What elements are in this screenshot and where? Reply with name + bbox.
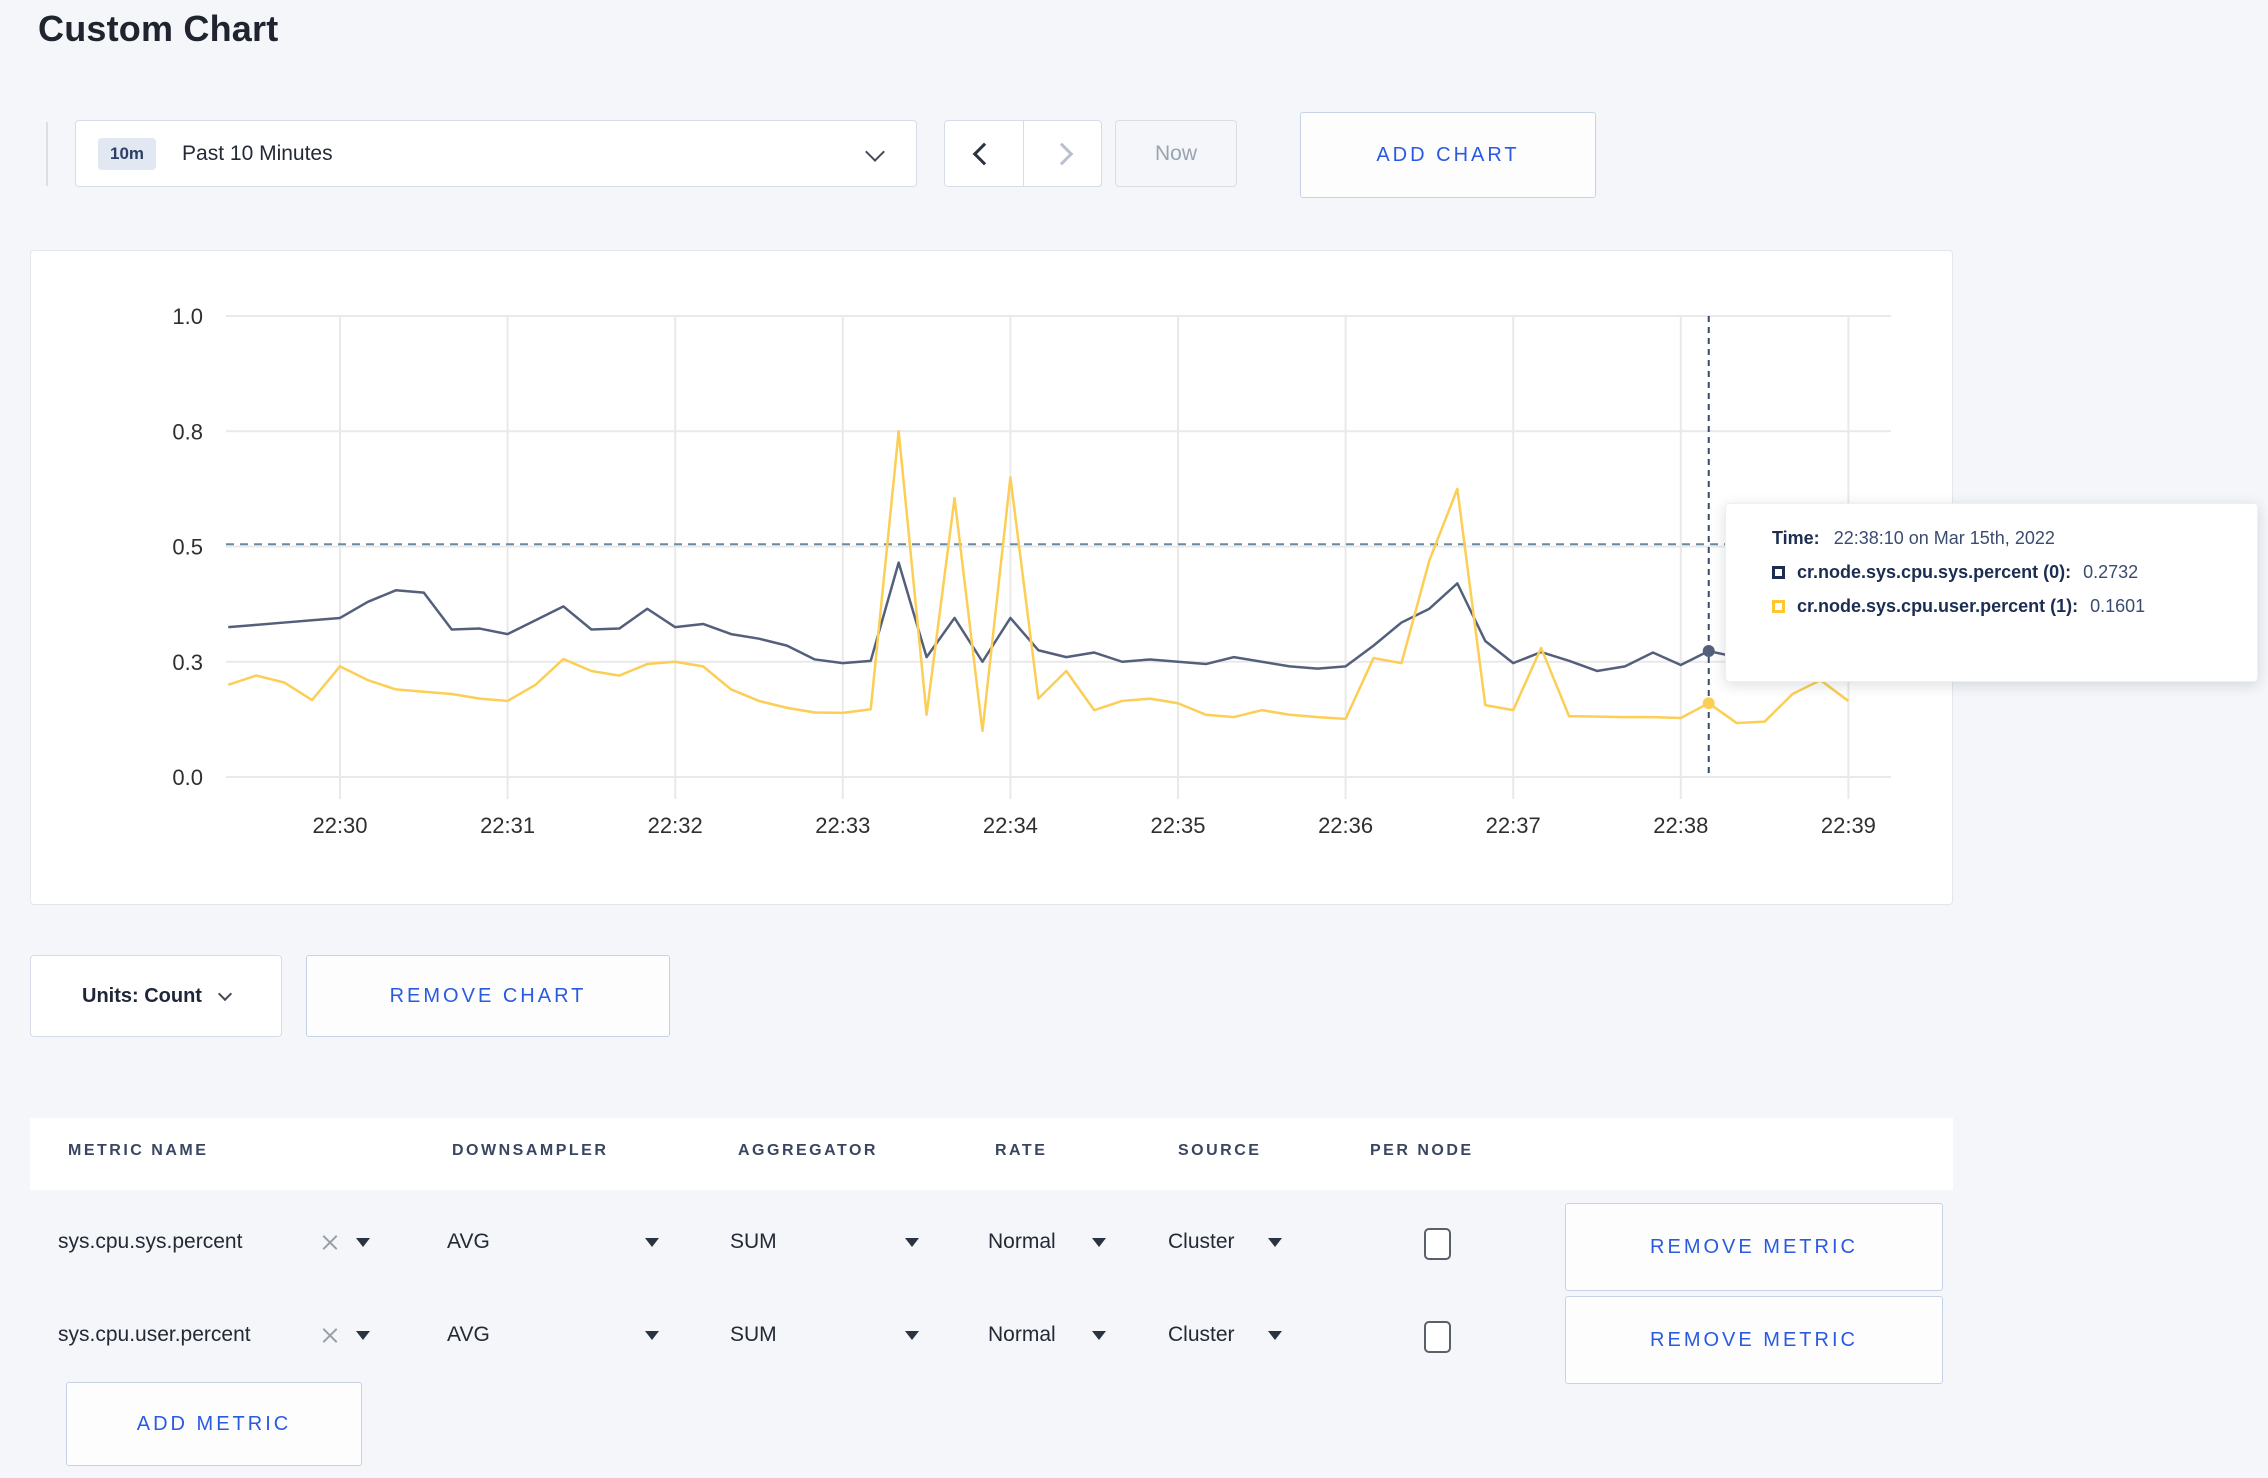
aggregator-dropdown-icon[interactable]	[905, 1238, 919, 1247]
x-tick-label: 22:35	[1150, 813, 1205, 838]
per-node-checkbox[interactable]	[1424, 1228, 1451, 1260]
prev-range-button[interactable]	[945, 121, 1023, 186]
chevron-left-icon	[972, 142, 996, 165]
rate-select[interactable]: Normal	[988, 1323, 1056, 1347]
col-downsampler: DOWNSAMPLER	[452, 1142, 609, 1159]
chart-tooltip: Time: 22:38:10 on Mar 15th, 2022 cr.node…	[1725, 503, 2258, 682]
y-tick-label: 0.5	[172, 535, 203, 560]
x-tick-label: 22:31	[480, 813, 535, 838]
sys-series-swatch-icon	[1772, 566, 1785, 579]
time-range-label: Past 10 Minutes	[182, 141, 333, 165]
series-line-1	[227, 430, 1850, 733]
source-select[interactable]: Cluster	[1168, 1230, 1235, 1254]
chevron-down-icon	[865, 142, 885, 162]
x-tick-label: 22:37	[1486, 813, 1541, 838]
x-tick-label: 22:34	[983, 813, 1038, 838]
time-range-arrows	[944, 120, 1102, 187]
x-tick-label: 22:33	[815, 813, 870, 838]
toolbar-divider	[46, 122, 48, 186]
remove-metric-button[interactable]: REMOVE METRIC	[1565, 1203, 1943, 1291]
metric-dropdown-icon[interactable]	[356, 1238, 370, 1247]
metric-name-value[interactable]: sys.cpu.sys.percent	[58, 1230, 242, 1254]
metric-name-value[interactable]: sys.cpu.user.percent	[58, 1323, 251, 1347]
y-tick-label: 0.3	[172, 650, 203, 675]
x-tick-label: 22:32	[648, 813, 703, 838]
units-label: Units: Count	[82, 984, 202, 1007]
series-line-0	[228, 561, 1849, 673]
remove-metric-button[interactable]: REMOVE METRIC	[1565, 1296, 1943, 1384]
hover-point-0	[1702, 645, 1715, 658]
tooltip-sys-value: 0.2732	[2083, 562, 2139, 582]
page-title: Custom Chart	[38, 8, 279, 49]
chevron-right-icon	[1050, 142, 1074, 165]
tooltip-sys-label: cr.node.sys.cpu.sys.percent (0):	[1797, 562, 2072, 582]
per-node-checkbox[interactable]	[1424, 1321, 1451, 1353]
source-dropdown-icon[interactable]	[1268, 1238, 1282, 1247]
aggregator-select[interactable]: SUM	[730, 1230, 777, 1254]
add-chart-button[interactable]: ADD CHART	[1300, 112, 1596, 198]
y-tick-label: 0.0	[172, 765, 203, 790]
chevron-down-icon	[217, 986, 233, 1002]
tooltip-time-value: 22:38:10 on Mar 15th, 2022	[1833, 528, 2055, 548]
add-metric-button[interactable]: ADD METRIC	[66, 1382, 362, 1466]
user-series-swatch-icon	[1772, 600, 1785, 613]
hover-point-1	[1702, 697, 1715, 710]
rate-select[interactable]: Normal	[988, 1230, 1056, 1254]
aggregator-select[interactable]: SUM	[730, 1323, 777, 1347]
downsampler-select[interactable]: AVG	[447, 1323, 490, 1347]
y-tick-label: 1.0	[172, 304, 203, 329]
col-rate: RATE	[995, 1142, 1048, 1159]
x-tick-label: 22:30	[312, 813, 367, 838]
metrics-table-header: METRIC NAME DOWNSAMPLER AGGREGATOR RATE …	[30, 1118, 1953, 1190]
chart-card: 1.0 0.8 0.5 0.3 0.0 22:30 22:31 22:32 22:33 22:34…	[30, 250, 1953, 905]
source-dropdown-icon[interactable]	[1268, 1331, 1282, 1340]
col-source: SOURCE	[1178, 1142, 1262, 1159]
rate-dropdown-icon[interactable]	[1092, 1331, 1106, 1340]
time-range-badge: 10m	[98, 137, 157, 170]
tooltip-time-label: Time:	[1772, 528, 1820, 548]
metric-dropdown-icon[interactable]	[356, 1331, 370, 1340]
next-range-button[interactable]	[1022, 121, 1102, 186]
x-tick-label: 22:39	[1821, 813, 1876, 838]
y-tick-label: 0.8	[172, 419, 203, 444]
source-select[interactable]: Cluster	[1168, 1323, 1235, 1347]
remove-chart-button[interactable]: REMOVE CHART	[306, 955, 670, 1037]
metrics-chart[interactable]: 1.0 0.8 0.5 0.3 0.0 22:30 22:31 22:32 22:33 22:34…	[31, 251, 1954, 906]
downsampler-dropdown-icon[interactable]	[645, 1238, 659, 1247]
col-per-node: PER NODE	[1370, 1142, 1474, 1159]
col-metric-name: METRIC NAME	[68, 1142, 209, 1159]
clear-metric-icon[interactable]	[322, 1327, 338, 1343]
aggregator-dropdown-icon[interactable]	[905, 1331, 919, 1340]
rate-dropdown-icon[interactable]	[1092, 1238, 1106, 1247]
units-select[interactable]: Units: Count	[30, 955, 282, 1037]
x-tick-label: 22:38	[1653, 813, 1708, 838]
tooltip-user-label: cr.node.sys.cpu.user.percent (1):	[1797, 596, 2079, 616]
downsampler-select[interactable]: AVG	[447, 1230, 490, 1254]
tooltip-user-value: 0.1601	[2090, 596, 2146, 616]
time-range-select[interactable]: 10m Past 10 Minutes	[75, 120, 917, 187]
x-tick-label: 22:36	[1318, 813, 1373, 838]
col-aggregator: AGGREGATOR	[738, 1142, 878, 1159]
clear-metric-icon[interactable]	[322, 1234, 338, 1250]
downsampler-dropdown-icon[interactable]	[645, 1331, 659, 1340]
now-button[interactable]: Now	[1115, 120, 1237, 187]
